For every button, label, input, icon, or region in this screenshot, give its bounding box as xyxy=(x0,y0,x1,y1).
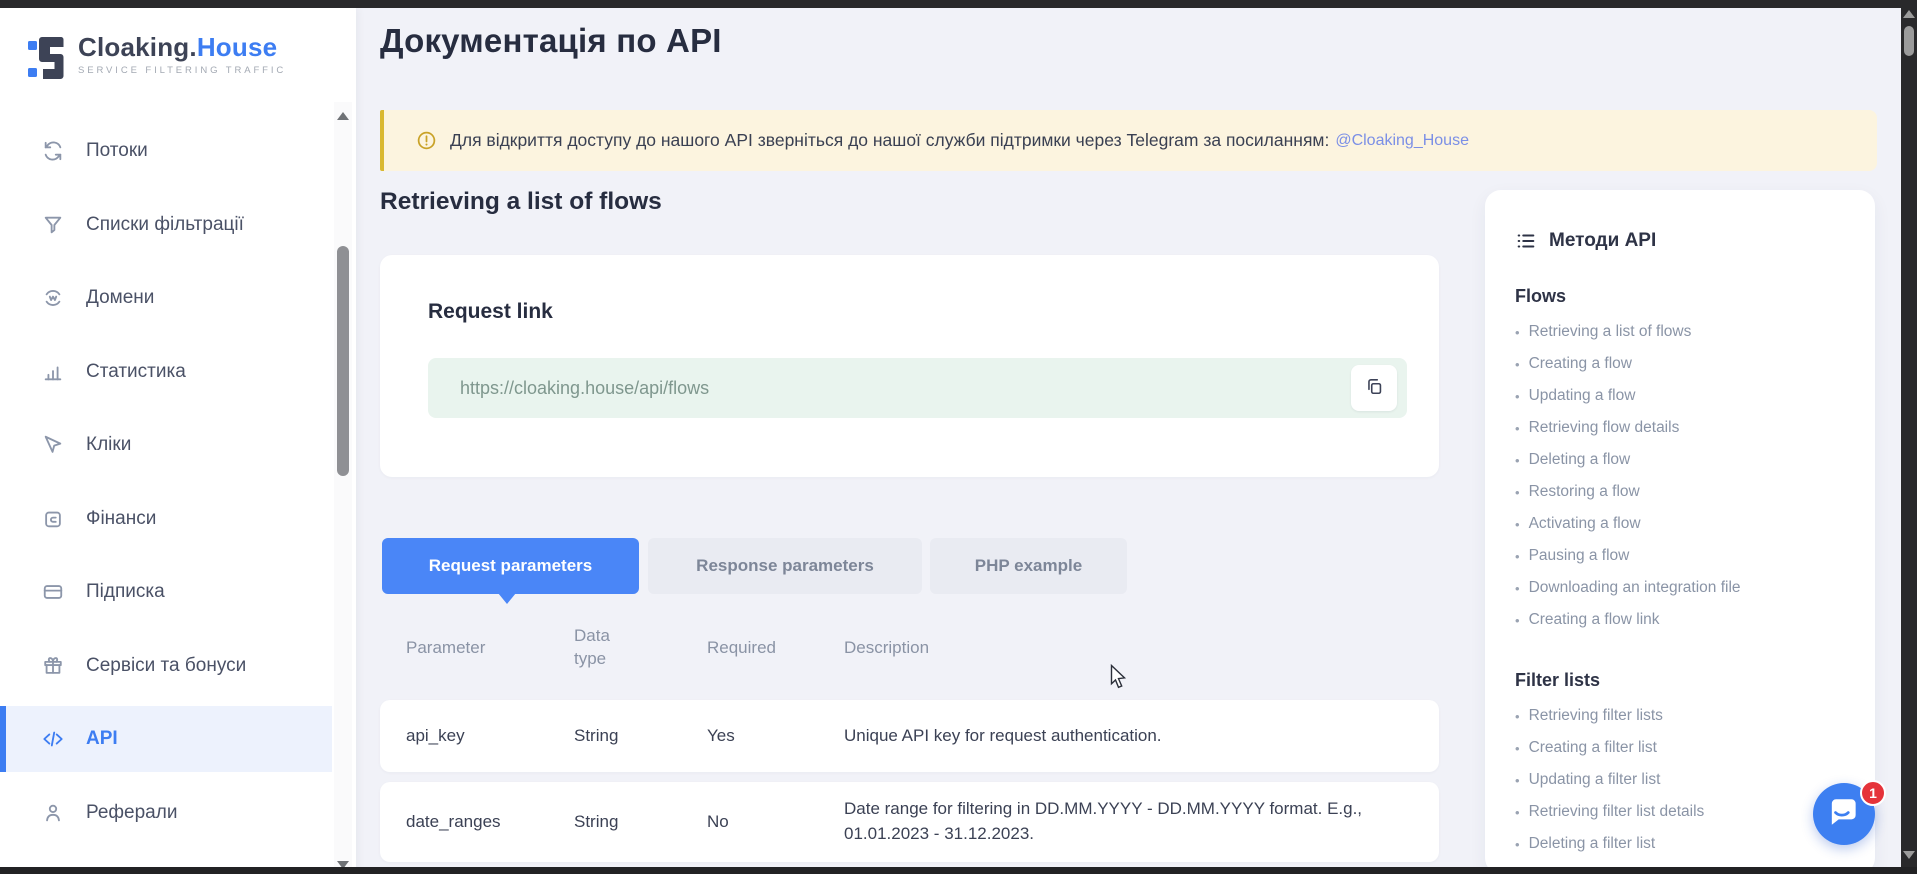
sidebar: Cloaking.House SERVICE FILTERING TRAFFIC… xyxy=(0,8,356,874)
sidebar-item-clicks[interactable]: Кліки xyxy=(0,412,332,478)
tab-request-parameters[interactable]: Request parameters xyxy=(382,538,639,594)
method-link[interactable]: Retrieving flow details xyxy=(1515,412,1851,444)
brand-name: Cloaking.House xyxy=(78,32,277,62)
request-url-value: https://cloaking.house/api/flows xyxy=(460,378,1351,399)
method-link[interactable]: Updating a flow xyxy=(1515,380,1851,412)
sidebar-item-label: Підписка xyxy=(86,581,165,603)
cell-description: Unique API key for request authenticatio… xyxy=(844,724,1364,749)
window-top-edge xyxy=(0,0,1917,8)
method-link[interactable]: Activating a flow xyxy=(1515,508,1851,540)
method-link[interactable]: Deleting a filter list xyxy=(1515,828,1851,860)
cell-data-type: String xyxy=(574,812,707,832)
method-link[interactable]: Deleting a flow xyxy=(1515,444,1851,476)
col-header-parameter: Parameter xyxy=(406,638,574,658)
cursor-icon xyxy=(42,434,64,456)
gift-icon xyxy=(42,655,64,677)
method-link[interactable]: Pausing a flow xyxy=(1515,540,1851,572)
person-icon xyxy=(42,802,64,824)
method-link[interactable]: Restoring a flow xyxy=(1515,476,1851,508)
bar-chart-icon xyxy=(42,361,64,383)
logo-mark-icon xyxy=(28,32,66,89)
request-link-title: Request link xyxy=(428,300,553,324)
list-icon xyxy=(1515,230,1537,252)
method-link[interactable]: Creating a flow xyxy=(1515,348,1851,380)
sidebar-item-label: Кліки xyxy=(86,434,131,456)
logo[interactable]: Cloaking.House SERVICE FILTERING TRAFFIC xyxy=(28,32,286,89)
tab-php-example[interactable]: PHP example xyxy=(930,538,1127,594)
info-banner: Для відкриття доступу до нашого API звер… xyxy=(380,110,1877,171)
request-url-field[interactable]: https://cloaking.house/api/flows xyxy=(428,358,1407,418)
methods-section-filter-lists: Filter lists xyxy=(1515,670,1851,691)
sidebar-scroll-up-arrow[interactable] xyxy=(337,112,349,120)
sidebar-item-label: API xyxy=(86,728,118,750)
window-bottom-edge xyxy=(0,867,1917,874)
page-scrollbar-thumb[interactable] xyxy=(1904,26,1914,56)
funnel-icon xyxy=(42,214,64,236)
col-header-required: Required xyxy=(707,638,844,658)
sidebar-scrollbar[interactable] xyxy=(334,102,352,874)
col-header-data-type: Data type xyxy=(574,625,707,671)
methods-panel-title: Методи API xyxy=(1549,230,1656,252)
active-tab-pointer xyxy=(498,593,516,604)
method-link[interactable]: Downloading an integration file xyxy=(1515,572,1851,604)
sidebar-item-label: Домени xyxy=(86,287,154,309)
method-link[interactable]: Retrieving filter list details xyxy=(1515,796,1851,828)
methods-section-flows: Flows xyxy=(1515,286,1851,307)
sidebar-item-label: Фінанси xyxy=(86,508,156,530)
sidebar-item-api[interactable]: API xyxy=(0,706,332,772)
sidebar-item-domains[interactable]: Домени xyxy=(0,265,332,331)
table-row: date_ranges String No Date range for fil… xyxy=(380,782,1439,862)
cell-required: No xyxy=(707,812,844,832)
sidebar-item-services-bonuses[interactable]: Сервіси та бонуси xyxy=(0,633,332,699)
method-link[interactable]: Updating a filter list xyxy=(1515,764,1851,796)
page-scroll-down-arrow[interactable] xyxy=(1903,851,1915,859)
mouse-cursor xyxy=(1110,664,1132,695)
credit-card-icon xyxy=(42,581,64,603)
sidebar-item-filter-lists[interactable]: Списки фільтрації xyxy=(0,192,332,258)
cell-description: Date range for filtering in DD.MM.YYYY -… xyxy=(844,797,1364,846)
page-title: Документація по API xyxy=(380,22,722,60)
sidebar-item-label: Реферали xyxy=(86,802,177,824)
request-link-card: Request link https://cloaking.house/api/… xyxy=(380,255,1439,477)
sync-icon xyxy=(42,140,64,162)
copy-url-button[interactable] xyxy=(1351,365,1397,411)
code-icon xyxy=(42,728,64,750)
cell-parameter: date_ranges xyxy=(406,812,574,832)
method-link[interactable]: Retrieving a list of flows xyxy=(1515,316,1851,348)
cell-parameter: api_key xyxy=(406,726,574,746)
sidebar-item-referrals[interactable]: Реферали xyxy=(0,780,332,846)
sidebar-item-label: Статистика xyxy=(86,361,186,383)
sidebar-item-label: Списки фільтрації xyxy=(86,214,244,236)
chat-bubble-icon xyxy=(1826,794,1862,835)
cell-data-type: String xyxy=(574,726,707,746)
cell-required: Yes xyxy=(707,726,844,746)
brand-tagline: SERVICE FILTERING TRAFFIC xyxy=(78,65,286,76)
info-icon xyxy=(416,130,437,151)
chat-notification-badge: 1 xyxy=(1860,780,1886,806)
sidebar-item-statistics[interactable]: Статистика xyxy=(0,339,332,405)
sidebar-item-label: Сервіси та бонуси xyxy=(86,655,246,677)
sidebar-item-subscription[interactable]: Підписка xyxy=(0,559,332,625)
banner-text: Для відкриття доступу до нашого API звер… xyxy=(450,130,1329,151)
app-window: Cloaking.House SERVICE FILTERING TRAFFIC… xyxy=(0,0,1917,874)
page-scrollbar[interactable] xyxy=(1901,0,1917,874)
sidebar-scrollbar-thumb[interactable] xyxy=(337,246,349,476)
method-link[interactable]: Creating a flow link xyxy=(1515,604,1851,636)
sidebar-item-label: Потоки xyxy=(86,140,148,162)
col-header-description: Description xyxy=(844,638,1419,658)
sidebar-item-flows[interactable]: Потоки xyxy=(0,118,332,184)
copy-icon xyxy=(1365,377,1384,399)
page-scroll-up-arrow[interactable] xyxy=(1903,10,1915,18)
api-methods-panel: Методи API Flows Retrieving a list of fl… xyxy=(1485,190,1875,874)
section-title: Retrieving a list of flows xyxy=(380,188,662,216)
telegram-link[interactable]: @Cloaking_House xyxy=(1335,132,1469,150)
method-link[interactable]: Retrieving filter lists xyxy=(1515,700,1851,732)
table-header-row: Parameter Data type Required Description xyxy=(380,617,1439,679)
method-link[interactable]: Creating a filter list xyxy=(1515,732,1851,764)
tab-response-parameters[interactable]: Response parameters xyxy=(648,538,922,594)
sidebar-item-finance[interactable]: Фінанси xyxy=(0,486,332,552)
wallet-icon xyxy=(42,508,64,530)
globe-icon xyxy=(42,287,64,309)
table-row: api_key String Yes Unique API key for re… xyxy=(380,700,1439,772)
